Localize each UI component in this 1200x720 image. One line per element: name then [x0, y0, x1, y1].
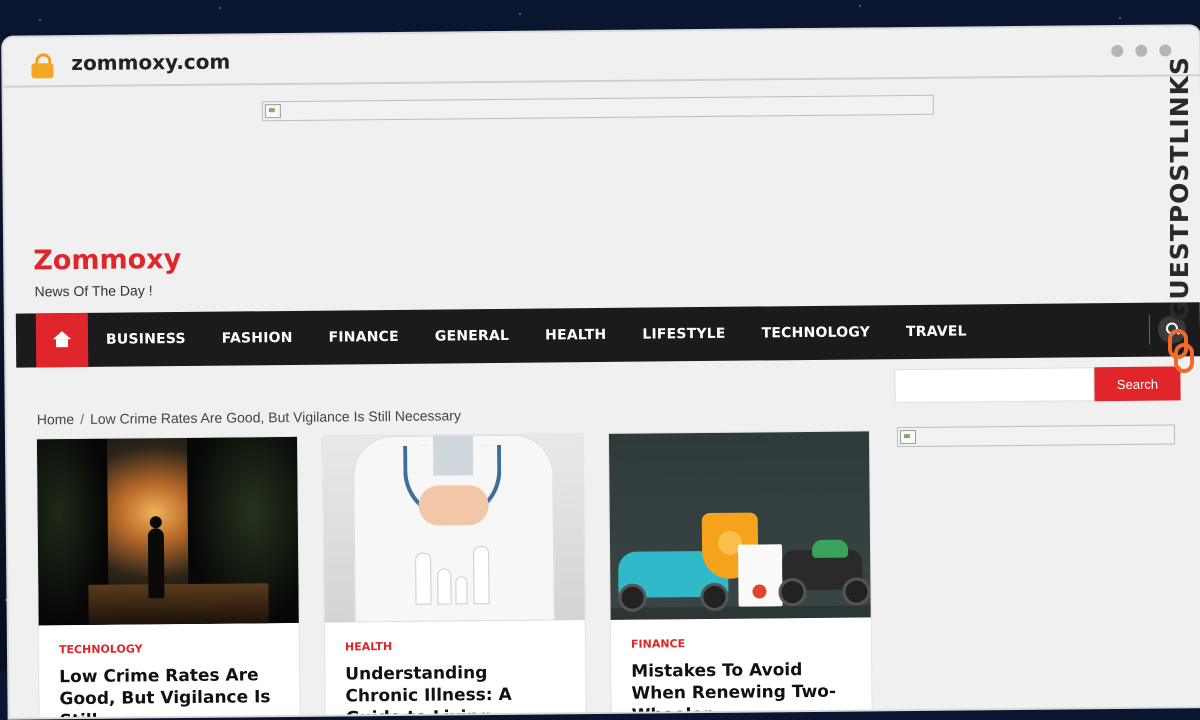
site-tagline: News Of The Day !	[34, 282, 152, 299]
article-card[interactable]: TECHNOLOGY Low Crime Rates Are Good, But…	[37, 437, 300, 720]
breadcrumb-home-link[interactable]: Home	[37, 411, 75, 427]
nav-item-general[interactable]: GENERAL	[417, 328, 527, 345]
link-icon	[1168, 329, 1190, 356]
sidebar-search: Search	[894, 366, 1180, 403]
article-cards: TECHNOLOGY Low Crime Rates Are Good, But…	[37, 431, 872, 719]
article-title[interactable]: Low Crime Rates Are Good, But Vigilance …	[59, 664, 280, 720]
breadcrumb: Home/Low Crime Rates Are Good, But Vigil…	[37, 407, 461, 427]
site-title[interactable]: Zommoxy	[33, 244, 181, 276]
window-dot[interactable]	[1135, 45, 1147, 57]
window-dot[interactable]	[1159, 45, 1171, 57]
top-ad-banner[interactable]	[262, 95, 934, 121]
nav-item-technology[interactable]: TECHNOLOGY	[744, 324, 889, 341]
guestpostlinks-watermark: GUESTPOSTLINKS	[1162, 56, 1196, 356]
article-image-two-wheeler-insurance[interactable]	[609, 431, 871, 619]
url-text[interactable]: zommoxy.com	[71, 50, 230, 76]
home-icon	[53, 331, 71, 347]
home-button[interactable]	[36, 313, 89, 367]
nav-item-lifestyle[interactable]: LIFESTYLE	[624, 326, 743, 343]
article-category[interactable]: TECHNOLOGY	[59, 641, 279, 656]
page-content: Zommoxy News Of The Day ! BUSINESS FASHI…	[4, 76, 1200, 717]
nav-item-fashion[interactable]: FASHION	[204, 330, 311, 347]
main-navigation: BUSINESS FASHION FINANCE GENERAL HEALTH …	[16, 302, 1200, 367]
browser-window: zommoxy.com Zommoxy News Of The Day !	[1, 24, 1200, 719]
broken-image-icon	[265, 104, 281, 118]
lock-icon	[31, 53, 53, 77]
nav-menu: BUSINESS FASHION FINANCE GENERAL HEALTH …	[88, 304, 985, 367]
watermark-text: GUESTPOSTLINKS	[1165, 56, 1194, 321]
sidebar-search-input[interactable]	[894, 367, 1094, 403]
nav-item-health[interactable]: HEALTH	[527, 327, 624, 344]
sidebar-search-button[interactable]: Search	[1094, 366, 1180, 401]
sidebar-ad-banner[interactable]	[897, 424, 1175, 447]
broken-image-icon	[900, 430, 916, 444]
article-image-doctor-family[interactable]	[323, 434, 585, 622]
browser-screenshot-frame: zommoxy.com Zommoxy News Of The Day !	[0, 0, 1200, 676]
nav-item-finance[interactable]: FINANCE	[311, 329, 417, 346]
breadcrumb-current: Low Crime Rates Are Good, But Vigilance …	[90, 407, 461, 427]
article-category[interactable]: FINANCE	[631, 636, 851, 651]
article-title[interactable]: Understanding Chronic Illness: A Guide t…	[345, 661, 566, 719]
article-card[interactable]: HEALTH Understanding Chronic Illness: A …	[323, 434, 586, 720]
nav-item-business[interactable]: BUSINESS	[88, 331, 204, 348]
article-title[interactable]: Mistakes To Avoid When Renewing Two-Whee…	[631, 659, 852, 720]
article-category[interactable]: HEALTH	[345, 638, 565, 653]
nav-item-travel[interactable]: TRAVEL	[888, 323, 985, 340]
article-image-night-garden[interactable]	[37, 437, 299, 625]
window-dot[interactable]	[1111, 45, 1123, 57]
article-card[interactable]: FINANCE Mistakes To Avoid When Renewing …	[609, 431, 872, 719]
nav-divider	[1149, 315, 1150, 345]
